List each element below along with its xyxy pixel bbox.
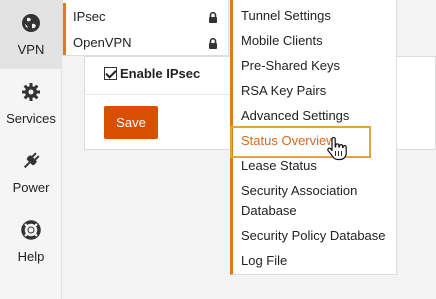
sidebar-item-label: Services xyxy=(6,111,56,126)
sidebar-item-label: Power xyxy=(12,180,50,195)
enable-ipsec-checkbox[interactable] xyxy=(104,67,117,80)
sidebar-item-label: Help xyxy=(17,249,45,264)
menu-item-label: Security Policy Database xyxy=(241,228,386,243)
menu-item-label: Tunnel Settings xyxy=(241,8,331,23)
menu-item-log-file[interactable]: Log File xyxy=(233,251,397,271)
menu-item-label: Lease Status xyxy=(241,158,317,173)
vpn-submenu: IPsec OpenVPN xyxy=(62,0,229,56)
menu-item-security-association-database[interactable]: Security Association Database xyxy=(233,181,397,221)
menu-item-label: IPsec xyxy=(73,8,106,24)
main-sidebar: VPN Services Power Help xyxy=(0,0,62,299)
menu-item-label: Log File xyxy=(241,253,288,268)
lifebuoy-icon xyxy=(20,219,42,241)
sidebar-item-power[interactable]: Power xyxy=(0,138,62,207)
menu-item-label: Advanced Settings xyxy=(241,108,350,123)
hand-cursor-icon xyxy=(326,136,348,161)
lock-icon xyxy=(208,37,218,49)
menu-item-pre-shared-keys[interactable]: Pre-Shared Keys xyxy=(233,56,397,76)
menu-item-label: RSA Key Pairs xyxy=(241,83,327,98)
menu-item-mobile-clients[interactable]: Mobile Clients xyxy=(233,31,397,51)
menu-item-openvpn[interactable]: OpenVPN xyxy=(63,29,230,55)
panel-divider xyxy=(84,94,234,95)
menu-item-advanced-settings[interactable]: Advanced Settings xyxy=(233,106,397,126)
menu-item-label-line2: Database xyxy=(241,203,297,218)
menu-item-label: Pre-Shared Keys xyxy=(241,58,340,73)
sidebar-item-vpn[interactable]: VPN xyxy=(0,0,62,69)
menu-item-rsa-key-pairs[interactable]: RSA Key Pairs xyxy=(233,81,397,101)
globe-icon xyxy=(20,12,42,34)
menu-item-ipsec[interactable]: IPsec xyxy=(63,3,230,29)
menu-item-label: OpenVPN xyxy=(73,34,132,50)
sidebar-item-label: VPN xyxy=(17,42,45,57)
menu-item-label: Mobile Clients xyxy=(241,33,323,48)
sidebar-item-help[interactable]: Help xyxy=(0,207,62,276)
sidebar-item-services[interactable]: Services xyxy=(0,69,62,138)
plug-icon xyxy=(20,150,42,172)
gear-icon xyxy=(20,81,42,103)
status-overview-highlight xyxy=(230,126,371,158)
lock-icon xyxy=(208,11,218,23)
enable-ipsec-row[interactable]: Enable IPsec xyxy=(104,66,200,81)
menu-item-lease-status[interactable]: Lease Status xyxy=(233,156,397,176)
save-button[interactable]: Save xyxy=(104,106,158,139)
menu-item-security-policy-database[interactable]: Security Policy Database xyxy=(233,226,397,246)
enable-ipsec-label: Enable IPsec xyxy=(120,66,201,81)
menu-item-tunnel-settings[interactable]: Tunnel Settings xyxy=(233,6,397,26)
menu-item-label: Security Association xyxy=(241,183,358,198)
